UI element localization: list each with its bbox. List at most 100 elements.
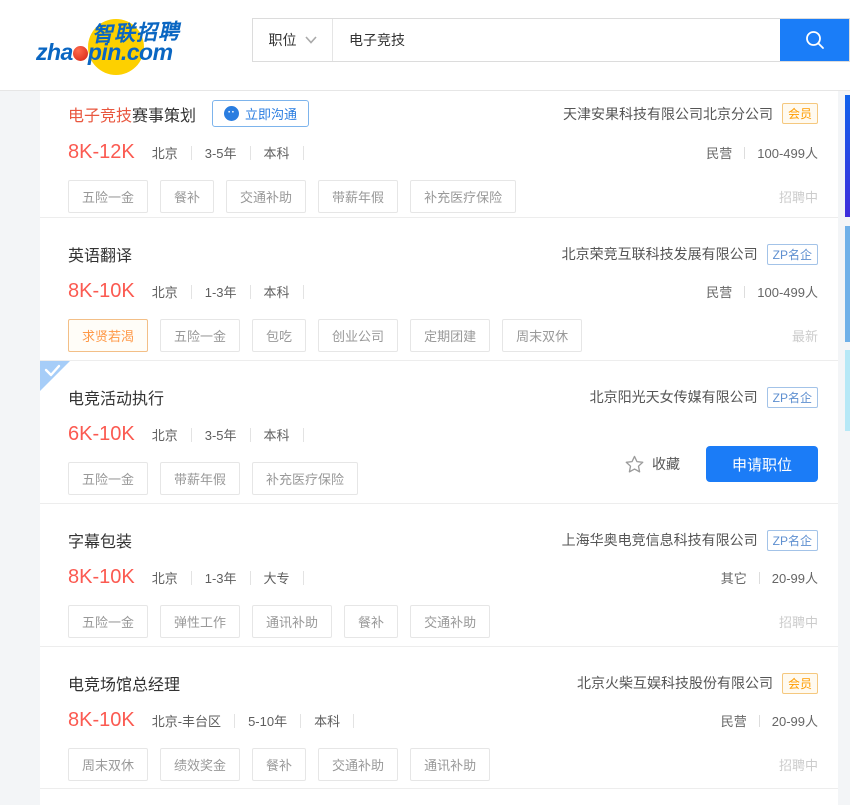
search-bar: 职位	[252, 18, 850, 62]
company-meta: 民营 100-499人	[706, 282, 818, 301]
welfare-tag: 定期团建	[410, 319, 490, 352]
job-status: 招聘中	[779, 755, 818, 774]
welfare-tag: 带薪年假	[160, 462, 240, 495]
zp-famous-badge: ZP名企	[767, 530, 818, 551]
company-size: 100-499人	[757, 143, 818, 162]
search-button[interactable]	[780, 19, 849, 61]
welfare-tag: 餐补	[252, 748, 306, 781]
logo-red-dot-icon	[73, 46, 88, 61]
welfare-tag: 带薪年假	[318, 180, 398, 213]
side-scrollbar-segment-bottom[interactable]	[845, 350, 850, 431]
welfare-tag: 交通补助	[226, 180, 306, 213]
search-category-label: 职位	[269, 30, 297, 50]
job-meta: 北京 1-3年 大专	[152, 568, 304, 587]
welfare-tag: 五险一金	[68, 180, 148, 213]
job-meta: 北京 3-5年 本科	[152, 425, 304, 444]
welfare-tags: 五险一金 弹性工作 通讯补助 餐补 交通补助	[68, 605, 490, 638]
job-title[interactable]: 英语翻译	[68, 242, 132, 266]
search-icon	[804, 29, 826, 51]
favorite-button[interactable]: 收藏	[625, 454, 680, 474]
company-name[interactable]: 北京阳光天女传媒有限公司	[590, 387, 758, 407]
welfare-tag: 补充医疗保险	[410, 180, 516, 213]
welfare-tag: 五险一金	[160, 319, 240, 352]
site-header: 智联招聘 zhapin.com 职位	[0, 0, 850, 91]
welfare-tag: 周末双休	[68, 748, 148, 781]
company-name[interactable]: 上海华奥电竞信息科技有限公司	[562, 530, 758, 550]
meta-experience: 1-3年	[192, 568, 250, 587]
meta-experience: 5-10年	[235, 711, 300, 730]
job-card[interactable]: 电竞场馆总经理 北京火柴互娱科技股份有限公司 会员 8K-10K 北京-丰台区 …	[40, 647, 838, 789]
salary: 8K-10K	[68, 280, 135, 303]
job-title[interactable]: 字幕包装	[68, 528, 132, 552]
company-size: 20-99人	[772, 568, 818, 587]
job-results-list: 电子竞技赛事策划 ·· 立即沟通 天津安果科技有限公司北京分公司 会员 8K-1…	[40, 91, 838, 805]
search-input[interactable]	[333, 19, 780, 61]
job-card[interactable]: 电子竞技赛事策划 ·· 立即沟通 天津安果科技有限公司北京分公司 会员 8K-1…	[40, 91, 838, 218]
company-name[interactable]: 北京火柴互娱科技股份有限公司	[577, 673, 773, 693]
meta-location: 北京	[152, 568, 191, 587]
meta-experience: 3-5年	[192, 425, 250, 444]
chat-now-button[interactable]: ·· 立即沟通	[212, 100, 309, 127]
meta-location: 北京-丰台区	[152, 711, 234, 730]
job-status: 招聘中	[779, 187, 818, 206]
zp-famous-badge: ZP名企	[767, 244, 818, 265]
company-name[interactable]: 天津安果科技有限公司北京分公司	[563, 104, 773, 124]
side-scrollbar-segment-top[interactable]	[845, 95, 850, 217]
chat-now-label: 立即沟通	[245, 104, 297, 123]
meta-experience: 3-5年	[192, 143, 250, 162]
logo-text-en-right: pin.com	[88, 39, 173, 65]
company-type: 民营	[706, 143, 732, 162]
meta-location: 北京	[152, 425, 191, 444]
job-title[interactable]: 电子竞技赛事策划	[68, 102, 196, 126]
zhaopin-logo[interactable]: 智联招聘 zhapin.com	[36, 11, 196, 79]
job-title[interactable]: 电竞活动执行	[68, 385, 164, 409]
welfare-tags: 周末双休 绩效奖金 餐补 交通补助 通讯补助	[68, 748, 490, 781]
chat-bubble-icon: ··	[224, 106, 239, 121]
company-meta: 民营 20-99人	[721, 711, 818, 730]
welfare-tag: 五险一金	[68, 605, 148, 638]
welfare-tag: 包吃	[252, 319, 306, 352]
welfare-tags: 五险一金 餐补 交通补助 带薪年假 补充医疗保险	[68, 180, 516, 213]
job-card[interactable]: 字幕包装 上海华奥电竞信息科技有限公司 ZP名企 8K-10K 北京 1-3年 …	[40, 504, 838, 647]
company-meta: 民营 100-499人	[706, 143, 818, 162]
meta-education: 本科	[251, 282, 303, 301]
meta-experience: 1-3年	[192, 282, 250, 301]
job-status: 最新	[792, 326, 818, 345]
member-badge: 会员	[782, 103, 818, 124]
salary: 8K-10K	[68, 566, 135, 589]
company-type: 民营	[721, 711, 747, 730]
welfare-tag: 五险一金	[68, 462, 148, 495]
welfare-tag: 餐补	[160, 180, 214, 213]
member-badge: 会员	[782, 673, 818, 694]
company-size: 100-499人	[757, 282, 818, 301]
job-title[interactable]: 电竞场馆总经理	[68, 671, 180, 695]
job-status: 招聘中	[779, 612, 818, 631]
favorite-label: 收藏	[652, 454, 680, 474]
welfare-tag: 弹性工作	[160, 605, 240, 638]
welfare-tag: 通讯补助	[252, 605, 332, 638]
hot-hiring-tag: 求贤若渴	[68, 319, 148, 352]
company-name[interactable]: 北京荣竞互联科技发展有限公司	[562, 244, 758, 264]
welfare-tag: 周末双休	[502, 319, 582, 352]
salary: 8K-10K	[68, 709, 135, 732]
job-card-selected[interactable]: 电竞活动执行 北京阳光天女传媒有限公司 ZP名企 6K-10K 北京 3-5年 …	[40, 361, 838, 504]
side-scrollbar-segment-middle[interactable]	[845, 226, 850, 342]
company-size: 20-99人	[772, 711, 818, 730]
chevron-down-icon	[305, 36, 317, 44]
welfare-tag: 创业公司	[318, 319, 398, 352]
meta-education: 本科	[251, 143, 303, 162]
welfare-tag: 交通补助	[410, 605, 490, 638]
job-card[interactable]: 英语翻译 北京荣竞互联科技发展有限公司 ZP名企 8K-10K 北京 1-3年 …	[40, 218, 838, 361]
job-meta: 北京-丰台区 5-10年 本科	[152, 711, 354, 730]
meta-location: 北京	[152, 143, 191, 162]
job-meta: 北京 1-3年 本科	[152, 282, 304, 301]
company-meta: 其它 20-99人	[721, 568, 818, 587]
meta-location: 北京	[152, 282, 191, 301]
zp-famous-badge: ZP名企	[767, 387, 818, 408]
meta-education: 大专	[251, 568, 303, 587]
welfare-tag: 通讯补助	[410, 748, 490, 781]
welfare-tag: 交通补助	[318, 748, 398, 781]
apply-job-button[interactable]: 申请职位	[706, 446, 818, 482]
welfare-tag: 绩效奖金	[160, 748, 240, 781]
search-category-dropdown[interactable]: 职位	[253, 19, 333, 61]
